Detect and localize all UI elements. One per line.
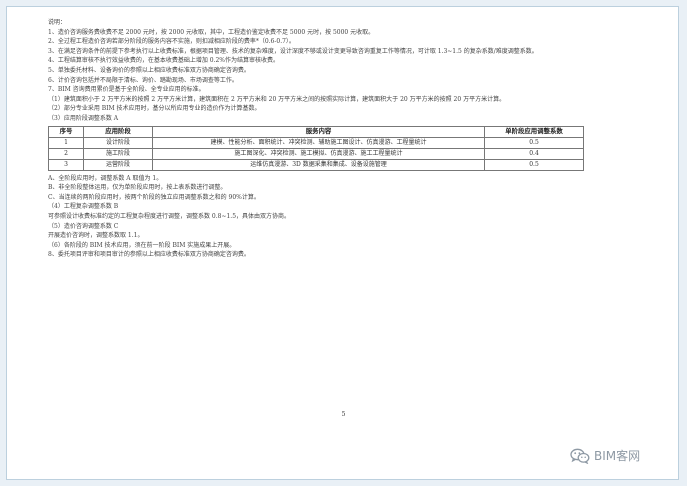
note-item: （4）工程复杂调整系数 B: [48, 203, 119, 211]
table-header-cell: 单阶段应用调整系数: [484, 125, 584, 138]
note-item: （3）应用阶段调整系数 A: [48, 114, 119, 122]
document-body: 说明： 1、造价咨询服务费收费不足 2000 元时，按 2000 元收取，其中，…: [48, 18, 648, 260]
table-row: 2 施工阶段 施工图深化、冲突检测、施工模拟、仿真漫游、施工工程量统计 0.4: [48, 147, 584, 160]
table-cell: 0.4: [484, 147, 584, 160]
note-item: 3、在满足咨询条件的前提下参考执行以上收费标准，根据项目管理、技术的复杂难度，设…: [48, 47, 538, 55]
table-cell: 运维仿真漫游、3D 数据采集和集成、设备设施管理: [152, 158, 485, 171]
note-item: 1、造价咨询服务费收费不足 2000 元时，按 2000 元收取，其中，工程造价…: [48, 28, 375, 36]
table-cell: 2: [48, 147, 84, 160]
table-cell: 0.5: [484, 136, 584, 149]
table-cell: 3: [48, 158, 84, 171]
note-item: （1）建筑面积小于 2 万平方米的按照 2 万平方米计算，建筑面积在 2 万平方…: [48, 95, 506, 103]
table-cell: 运营阶段: [83, 158, 153, 171]
note-item: （5）造价咨询调整系数 C: [48, 222, 119, 230]
page-number: 5: [341, 411, 346, 418]
table-row: 3 运营阶段 运维仿真漫游、3D 数据采集和集成、设备设施管理 0.5: [48, 158, 584, 171]
notes-heading: 说明：: [48, 19, 67, 26]
table-header-cell: 服务内容: [152, 125, 485, 138]
adjustment-table: 序号 应用阶段 服务内容 单阶段应用调整系数 1 设计阶段 建模、性能分析、面积…: [48, 125, 584, 171]
note-item: 可参照设计收费标准约定的工程复杂程度进行调整，调整系数 0.8~1.5，具体由双…: [48, 212, 291, 220]
note-item: 2、全过程工程造价咨询若部分阶段的服务内容不实施，则扣减相应阶段的费率*（0.6…: [48, 38, 295, 46]
table-cell: 施工图深化、冲突检测、施工模拟、仿真漫游、施工工程量统计: [152, 147, 485, 160]
note-item: （2）部分专业采用 BIM 技术应用时，基分以所应用专业的造价作为计算基数。: [48, 105, 261, 113]
table-cell: 施工阶段: [83, 147, 153, 160]
table-cell: 建模、性能分析、面积统计、冲突检测、辅助施工图设计、仿真漫游、工程量统计: [152, 136, 485, 149]
table-header-cell: 序号: [48, 125, 84, 138]
note-item: 开展造价咨询时，调整系数取 1.1。: [48, 232, 144, 240]
note-item: 6、计价咨询包括并不局限于清标、询价、踏勘现场、市场调查等工作。: [48, 76, 238, 84]
table-header-cell: 应用阶段: [83, 125, 153, 138]
watermark: BIM客网: [570, 447, 640, 464]
table-cell: 0.5: [484, 158, 584, 171]
note-item: 5、单独委托材料、设备询价的参照以上相应收费标准双方协商确定咨询费。: [48, 66, 250, 74]
note-item: 7、BIM 咨询费用累价是基于全阶段、全专业应用的标准。: [48, 86, 205, 94]
note-item: 8、委托项目评审和项目审计的参照以上相应收费标准双方协商确定咨询费。: [48, 251, 250, 259]
table-cell: 1: [48, 136, 84, 149]
table-cell: 设计阶段: [83, 136, 153, 149]
note-item: B、非全阶段整体运用，仅为单阶段应用时，按上表系数进行调整。: [48, 184, 227, 192]
watermark-text: BIM客网: [594, 449, 641, 463]
note-item: C、当连续的两阶段应用时，按两个阶段的独立应用调整系数之和的 90%计算。: [48, 193, 260, 201]
table-header-row: 序号 应用阶段 服务内容 单阶段应用调整系数: [48, 125, 584, 138]
wechat-icon: [570, 448, 590, 464]
table-row: 1 设计阶段 建模、性能分析、面积统计、冲突检测、辅助施工图设计、仿真漫游、工程…: [48, 136, 584, 149]
note-item: 4、工程结算审核不执行效益收费的，在基本收费基础上增加 0.2%作为结算审核收费…: [48, 57, 279, 65]
note-item: （6）各阶段的 BIM 技术应用，须在前一阶段 BIM 实施成果上开展。: [48, 241, 236, 249]
note-item: A、全阶段应用时，调整系数 A 取值为 1。: [48, 174, 163, 182]
